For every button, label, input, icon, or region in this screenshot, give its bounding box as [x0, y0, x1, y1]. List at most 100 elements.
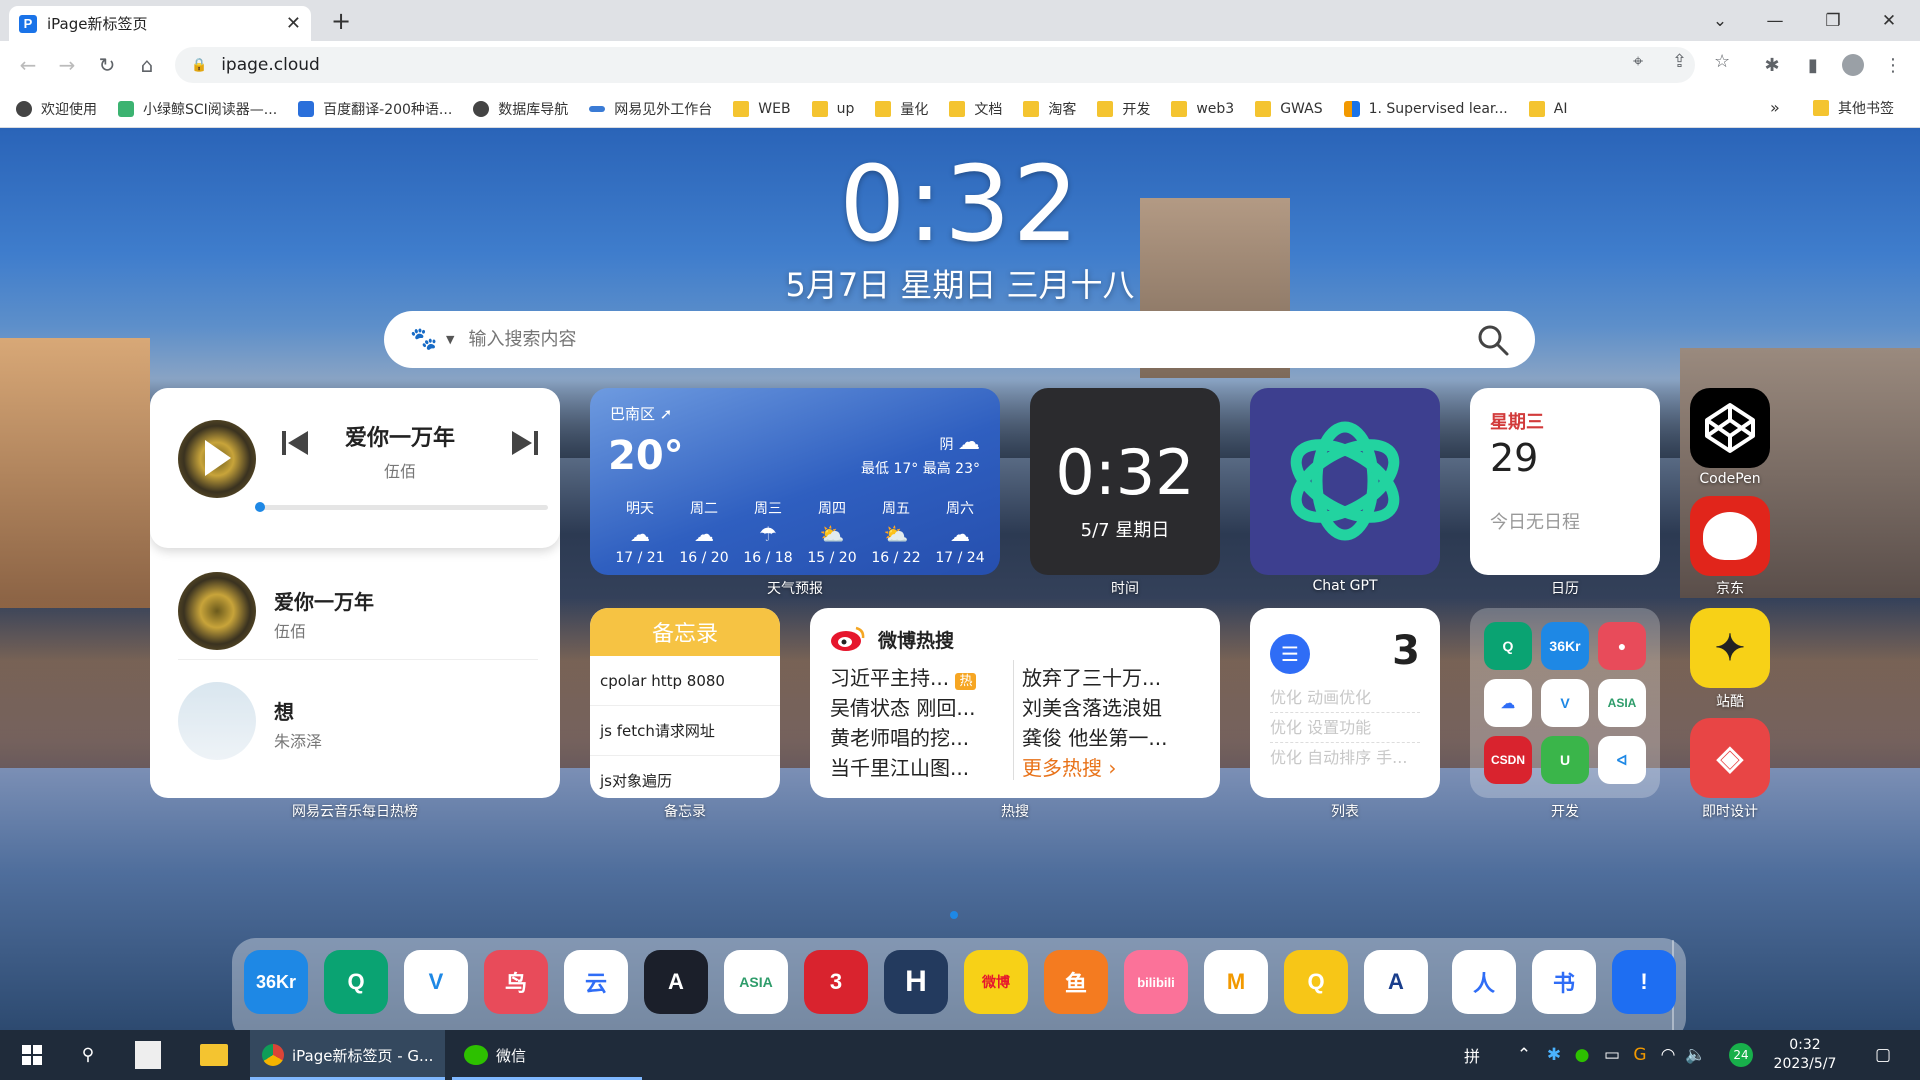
u-app-icon[interactable]: U — [1541, 736, 1589, 784]
csdn-app-icon[interactable]: CSDN — [1484, 736, 1532, 784]
m-app-icon[interactable]: M — [1204, 950, 1268, 1014]
tray-expand-icon[interactable]: ⌃ — [1512, 1030, 1536, 1080]
back-button[interactable]: ← — [12, 49, 44, 81]
list-item[interactable]: 优化 自动排序 手... — [1270, 744, 1420, 768]
bookmark-folder[interactable]: 淘客 — [1023, 99, 1076, 119]
search-icon[interactable] — [1471, 318, 1515, 362]
file-explorer-icon[interactable] — [190, 1030, 238, 1080]
browser-tab-ipage[interactable]: P iPage新标签页 ✕ — [9, 6, 311, 41]
notification-count-badge[interactable]: 24 — [1728, 1030, 1754, 1080]
feedback-app-icon[interactable]: ! — [1612, 950, 1676, 1014]
reload-button[interactable]: ↻ — [91, 49, 123, 81]
extensions-icon[interactable]: ✱ — [1756, 49, 1788, 81]
asia-app-icon[interactable]: ASIA — [724, 950, 788, 1014]
red-bird-app-icon[interactable]: ● — [1598, 622, 1646, 670]
memo-item[interactable]: cpolar http 8080 — [590, 656, 780, 706]
ime-indicator[interactable]: 拼 — [1458, 1030, 1486, 1080]
progress-handle[interactable] — [255, 502, 265, 512]
bookmark-folder[interactable]: GWAS — [1255, 100, 1323, 117]
home-button[interactable]: ⌂ — [131, 49, 163, 81]
book-app-icon[interactable]: 书 — [1532, 950, 1596, 1014]
hot-item[interactable]: 龚俊 他坐第一... — [1022, 722, 1167, 751]
new-tab-button[interactable]: + — [326, 6, 356, 36]
list-item[interactable]: 优化 动画优化 — [1270, 684, 1420, 713]
red-bird-app-icon[interactable]: 鸟 — [484, 950, 548, 1014]
album-cover[interactable] — [178, 420, 256, 498]
app-tray-icon[interactable]: G — [1628, 1030, 1652, 1080]
bookmark-folder[interactable]: 开发 — [1097, 99, 1150, 119]
bookmark-item[interactable]: 百度翻译-200种语... — [298, 99, 452, 119]
cloud-app-icon[interactable]: ☁ — [1484, 679, 1532, 727]
bilibili-app-icon[interactable]: bilibili — [1124, 950, 1188, 1014]
bookmark-folder[interactable]: 量化 — [875, 99, 928, 119]
weather-widget[interactable]: 巴南区 ➚ 20° 阴 ☁ 最低 17° 最高 23° 明天 ☁ 17 / 21 周… — [590, 388, 1000, 575]
bookmark-folder[interactable]: AI — [1528, 100, 1567, 117]
battery-icon[interactable]: ▭ — [1600, 1030, 1624, 1080]
yellow-q-app-icon[interactable]: Q — [1284, 950, 1348, 1014]
previous-track-icon[interactable] — [280, 428, 308, 458]
jishi-design-app-icon[interactable]: ◈ — [1690, 718, 1770, 798]
flutter-app-icon[interactable]: ᐊ — [1598, 736, 1646, 784]
bookmarks-overflow-button[interactable]: » — [1770, 98, 1780, 117]
song-list-item[interactable]: 想 朱添泽 — [178, 670, 538, 770]
fish-app-icon[interactable]: 鱼 — [1044, 950, 1108, 1014]
forward-button[interactable]: → — [51, 49, 83, 81]
app-pinned-icon[interactable] — [124, 1030, 172, 1080]
menu-icon[interactable]: ⋮ — [1877, 49, 1909, 81]
codepen-app-icon[interactable] — [1690, 388, 1770, 468]
baidu-paw-icon[interactable]: 🐾 — [402, 318, 446, 362]
hot-item[interactable]: 放弃了三十万... — [1022, 662, 1161, 691]
hot-item[interactable]: 吴倩状态 刚回... — [830, 692, 975, 721]
close-tab-icon[interactable]: ✕ — [286, 13, 301, 34]
36kr-app-icon[interactable]: 36Kr — [1541, 622, 1589, 670]
dev-folder[interactable]: Q 36Kr ● ☁ V ASIA CSDN U ᐊ — [1470, 608, 1660, 798]
more-hot-link[interactable]: 更多热搜 › — [1022, 752, 1116, 781]
bookmark-item[interactable]: 小绿鲸SCI阅读器—... — [118, 99, 277, 119]
bookmark-folder[interactable]: 文档 — [949, 99, 1002, 119]
profile-app-icon[interactable]: 人 — [1452, 950, 1516, 1014]
v-app-icon[interactable]: V — [1541, 679, 1589, 727]
music-widget[interactable]: 爱你一万年 伍佰 爱你一万年 伍佰 想 朱添泽 — [150, 388, 560, 798]
bookmark-folder[interactable]: web3 — [1171, 100, 1234, 117]
hot-item[interactable]: 黄老师唱的挖... — [830, 722, 969, 751]
hot-item[interactable]: 习近平主持... 热 — [830, 662, 977, 691]
wifi-icon[interactable]: ◠ — [1656, 1030, 1680, 1080]
progress-bar[interactable] — [255, 502, 548, 512]
cloud-app-icon[interactable]: 云 — [564, 950, 628, 1014]
jd-app-icon[interactable] — [1690, 496, 1770, 576]
wechat-tray-icon[interactable]: ● — [1570, 1030, 1594, 1080]
page-indicator[interactable] — [950, 911, 958, 919]
hot-item[interactable]: 刘美含落选浪姐 — [1022, 692, 1162, 721]
next-track-icon[interactable] — [510, 428, 540, 458]
h-app-icon[interactable]: H — [884, 950, 948, 1014]
memo-widget[interactable]: 备忘录 cpolar http 8080 js fetch请求网址 js对象遍历 — [590, 608, 780, 798]
profile-avatar-icon[interactable] — [1837, 49, 1869, 81]
todo-list-widget[interactable]: ☰ 3 优化 动画优化 优化 设置功能 优化 自动排序 手... — [1250, 608, 1440, 798]
taskbar-chrome[interactable]: iPage新标签页 - G... — [250, 1030, 445, 1080]
location-icon[interactable]: ⌖ — [1633, 51, 1643, 72]
search-input[interactable] — [468, 329, 1471, 350]
bookmark-item[interactable]: 1. Supervised lear... — [1343, 100, 1508, 117]
hot-item[interactable]: 当千里江山图... — [830, 752, 969, 781]
bookmark-star-icon[interactable]: ☆ — [1714, 51, 1730, 72]
share-icon[interactable]: ⇪ — [1672, 51, 1687, 72]
ai-app-icon[interactable]: A — [1364, 950, 1428, 1014]
address-bar[interactable]: 🔒 ipage.cloud — [175, 47, 1695, 83]
side-panel-icon[interactable]: ▮ — [1797, 49, 1829, 81]
chatgpt-app[interactable] — [1250, 388, 1440, 575]
list-item[interactable]: 优化 设置功能 — [1270, 714, 1420, 743]
play-icon[interactable] — [205, 440, 231, 476]
search-bar[interactable]: 🐾 ▼ — [384, 311, 1535, 368]
other-bookmarks-folder[interactable]: 其他书签 — [1813, 98, 1894, 118]
green-q-app-icon[interactable]: Q — [1484, 622, 1532, 670]
36kr-app-icon[interactable]: 36Kr — [244, 950, 308, 1014]
song-list-item[interactable]: 爱你一万年 伍佰 — [178, 560, 538, 660]
bookmark-item[interactable]: 网易见外工作台 — [589, 99, 712, 119]
tab-search-icon[interactable]: ⌄ — [1697, 0, 1743, 41]
asia-app-icon[interactable]: ASIA — [1598, 679, 1646, 727]
v-app-icon[interactable]: V — [404, 950, 468, 1014]
a-app-icon[interactable]: A — [644, 950, 708, 1014]
weibo-hot-widget[interactable]: 微博热搜 习近平主持... 热 吴倩状态 刚回... 黄老师唱的挖... 当千里… — [810, 608, 1220, 798]
chevron-down-icon[interactable]: ▼ — [446, 333, 454, 346]
bookmark-folder[interactable]: up — [811, 100, 854, 117]
